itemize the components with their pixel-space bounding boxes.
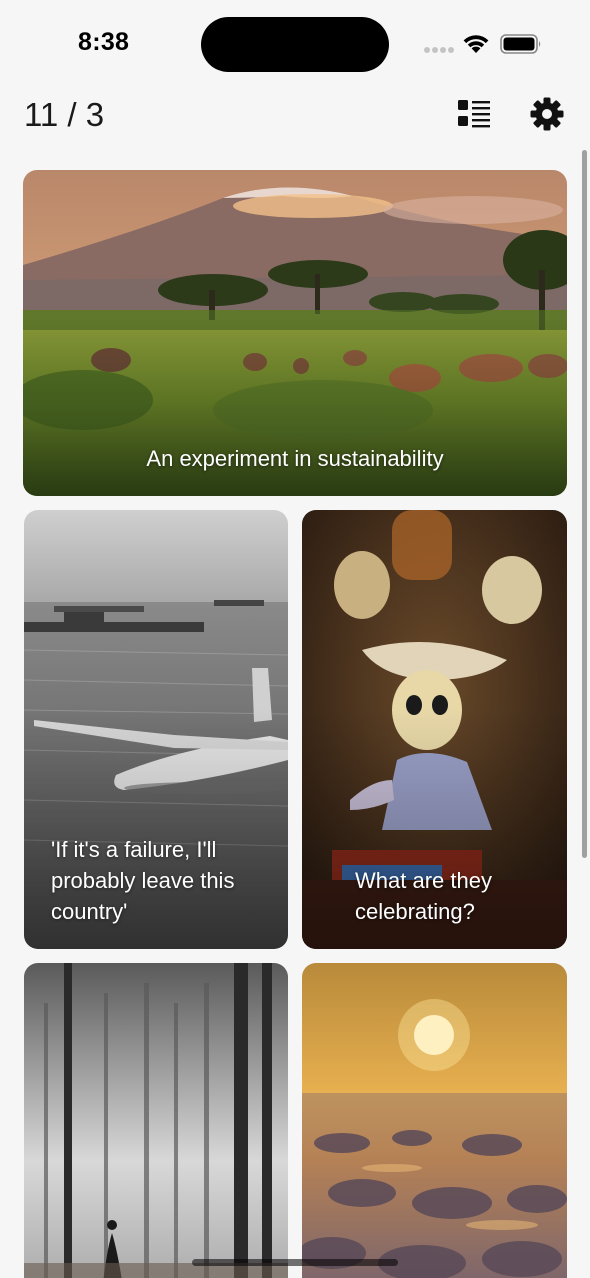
story-card[interactable]: [302, 963, 567, 1278]
battery-icon: [500, 34, 541, 54]
status-time: 8:38: [78, 28, 130, 56]
story-caption: What are they celebrating?: [355, 868, 492, 924]
dynamic-island: [201, 17, 389, 72]
header: 11 / 3: [0, 88, 590, 148]
misty-forest-photo: [24, 963, 288, 1278]
story-card[interactable]: [24, 963, 288, 1278]
list-view-icon[interactable]: [457, 98, 491, 130]
status-bar: 8:38: [0, 0, 590, 88]
arctic-sunset-photo: [302, 963, 567, 1278]
scrollbar[interactable]: [582, 150, 587, 858]
story-card[interactable]: 'If it's a failure, I'll probably leave …: [24, 510, 288, 949]
story-card[interactable]: An experiment in sustainability: [23, 170, 567, 496]
story-caption: 'If it's a failure, I'll probably leave …: [51, 837, 235, 924]
wifi-icon: [463, 35, 489, 53]
story-feed[interactable]: An experiment in sustainability 'If it's…: [0, 170, 590, 1278]
story-card[interactable]: What are they celebrating?: [302, 510, 567, 949]
cellular-signal-icon: [424, 47, 456, 55]
home-indicator[interactable]: [192, 1259, 398, 1266]
story-caption: An experiment in sustainability: [146, 446, 444, 471]
gear-icon[interactable]: [529, 96, 565, 132]
page-counter: 11 / 3: [24, 96, 105, 133]
